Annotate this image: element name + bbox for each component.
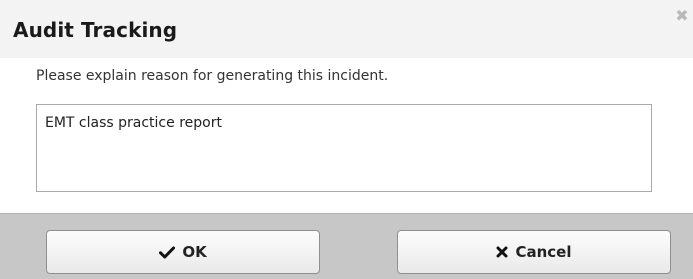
dialog-footer: OK Cancel [0, 213, 693, 279]
audit-tracking-dialog: Audit Tracking ✖ Please explain reason f… [0, 0, 693, 279]
dialog-body: Please explain reason for generating thi… [0, 58, 693, 213]
x-icon [496, 246, 508, 258]
ok-button[interactable]: OK [46, 230, 320, 274]
check-icon [159, 246, 176, 259]
cancel-label: Cancel [515, 243, 572, 261]
dialog-title: Audit Tracking [13, 18, 178, 42]
cancel-button[interactable]: Cancel [397, 230, 671, 274]
reason-textarea[interactable]: EMT class practice report [36, 104, 652, 192]
dialog-titlebar: Audit Tracking ✖ [0, 0, 693, 58]
ok-label: OK [182, 243, 207, 261]
reason-prompt: Please explain reason for generating thi… [36, 68, 389, 84]
close-icon[interactable]: ✖ [674, 6, 690, 25]
